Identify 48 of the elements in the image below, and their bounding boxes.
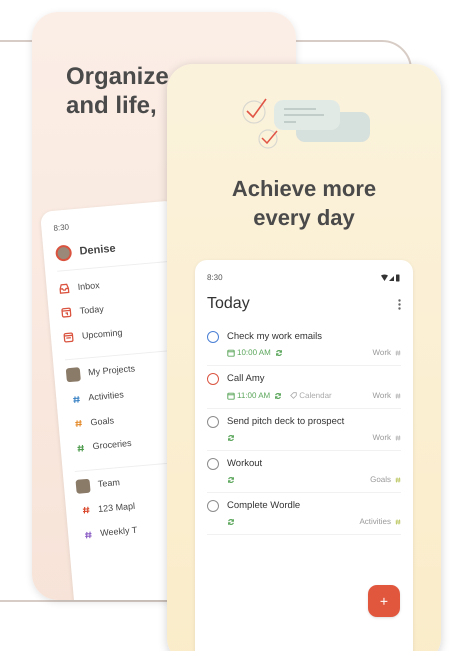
- calendar-icon: [227, 392, 235, 400]
- sidebar-item[interactable]: Groceries: [92, 436, 132, 454]
- avatar: [75, 478, 91, 494]
- task-project: Goals: [370, 474, 391, 486]
- task-time: 10:00 AM: [237, 347, 271, 360]
- avatar: [66, 367, 81, 382]
- calendar-icon: [62, 331, 74, 344]
- add-task-button[interactable]: +: [368, 585, 400, 617]
- task-project: Activities: [359, 516, 391, 528]
- task-title[interactable]: Send pitch deck to prospect: [227, 414, 401, 429]
- more-menu-icon[interactable]: [398, 298, 401, 310]
- task-checkbox[interactable]: [207, 500, 219, 512]
- sidebar-item[interactable]: Goals: [90, 414, 115, 430]
- status-time: 8:30: [53, 222, 70, 235]
- calendar-icon: [60, 306, 72, 319]
- task-checkbox[interactable]: [207, 331, 219, 343]
- task-title[interactable]: Complete Wordle: [227, 499, 401, 514]
- sidebar-item[interactable]: Activities: [88, 388, 124, 405]
- task-checkbox[interactable]: [207, 373, 219, 386]
- task-checkbox[interactable]: [207, 416, 219, 428]
- task-project: Work: [372, 347, 391, 360]
- screen-title: Today: [207, 294, 250, 314]
- task-project: Work: [372, 432, 391, 444]
- task-title[interactable]: Workout: [227, 456, 401, 471]
- sidebar-item[interactable]: 123 Mapl: [98, 499, 136, 516]
- task-time: 11:00 AM: [237, 390, 270, 402]
- headline: Achieve more: [232, 175, 376, 203]
- sidebar-item[interactable]: Inbox: [77, 278, 100, 294]
- task-label: Calendar: [299, 390, 332, 402]
- inbox-icon: [58, 282, 70, 294]
- task-project: Work: [372, 390, 391, 402]
- sidebar-item[interactable]: My Projects: [88, 362, 136, 380]
- wifi-signal-battery-icon: [381, 274, 401, 282]
- task-checkbox[interactable]: [207, 458, 219, 470]
- headline: Organize: [66, 62, 169, 91]
- user-name[interactable]: Denise: [78, 240, 116, 260]
- task-title[interactable]: Call Amy: [227, 372, 401, 386]
- sidebar-item[interactable]: Upcoming: [81, 326, 123, 343]
- sidebar-item[interactable]: Team: [97, 476, 120, 492]
- avatar: [55, 244, 72, 262]
- tag-icon: [290, 392, 298, 399]
- headline: every day: [253, 204, 355, 232]
- headline: and life,: [66, 91, 158, 120]
- task-title[interactable]: Check my work emails: [227, 330, 401, 344]
- sidebar-item[interactable]: Weekly T: [100, 524, 138, 540]
- status-time: 8:30: [207, 272, 223, 284]
- sidebar-item[interactable]: Today: [79, 302, 104, 318]
- calendar-icon: [227, 349, 235, 358]
